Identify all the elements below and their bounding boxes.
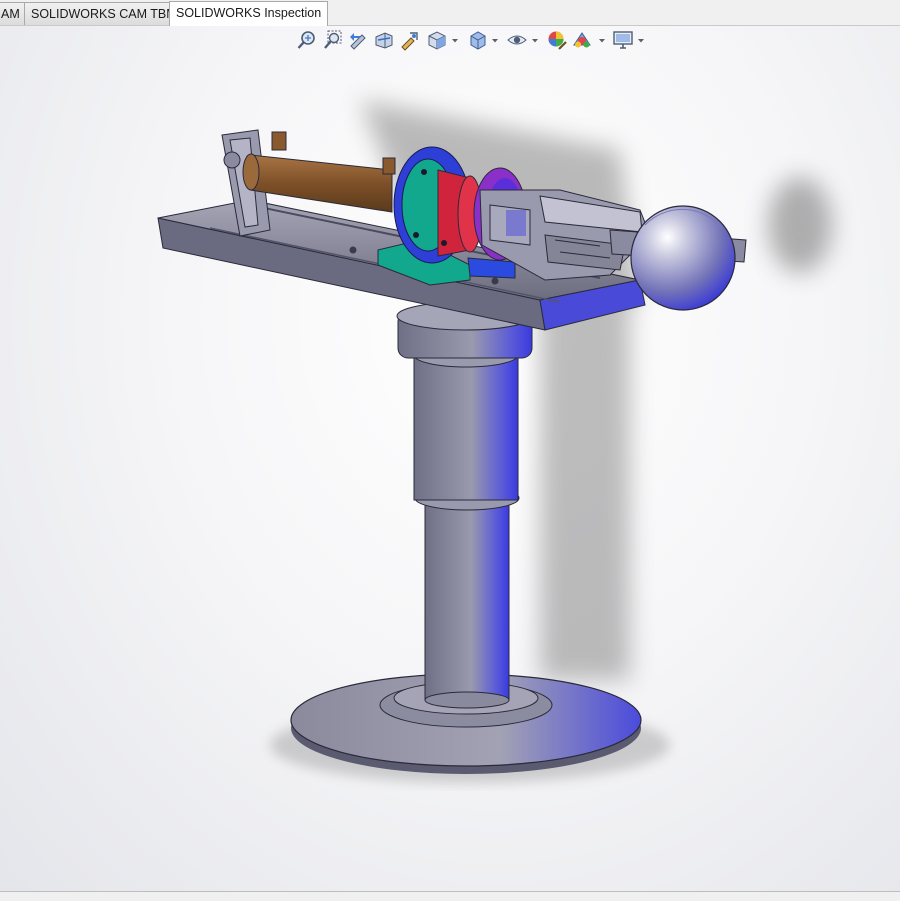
support-column — [396, 301, 534, 709]
tab-solidworks-cam-tbm[interactable]: SOLIDWORKS CAM TBM — [24, 2, 184, 25]
tab-solidworks-inspection[interactable]: SOLIDWORKS Inspection — [169, 1, 329, 26]
graphics-area[interactable] — [0, 26, 900, 892]
tab-cam[interactable]: AM — [0, 2, 27, 25]
command-manager-tabs: AM SOLIDWORKS CAM TBM SOLIDWORKS Inspect… — [0, 0, 900, 26]
ball-end — [630, 205, 736, 311]
model-render — [157, 100, 832, 783]
